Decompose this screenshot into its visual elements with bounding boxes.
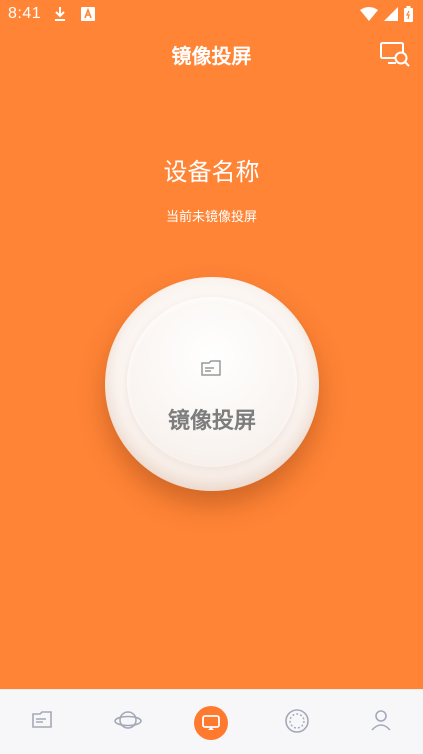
status-right-icons [360, 6, 413, 27]
nav-item-explore[interactable] [254, 690, 338, 754]
font-a-icon [81, 7, 95, 26]
cast-icon [202, 715, 220, 730]
dashed-circle-icon [285, 709, 309, 733]
nav-item-files[interactable] [0, 690, 84, 754]
wifi-icon [360, 7, 378, 26]
status-bar: 8:41 [0, 0, 423, 28]
planet-icon [114, 711, 142, 729]
nav-item-discover[interactable] [84, 690, 168, 754]
document-icon [200, 357, 222, 379]
user-icon [371, 710, 391, 731]
mirror-button-inner [127, 297, 297, 467]
cast-search-button[interactable] [379, 40, 411, 70]
signal-icon [384, 7, 398, 26]
document-icon [32, 711, 52, 728]
battery-icon [404, 6, 413, 27]
mirror-button-label: 镜像投屏 [167, 409, 256, 434]
status-left-icons [53, 6, 95, 27]
nav-item-profile[interactable] [339, 690, 423, 754]
cast-status-text: 当前未镜像投屏 [165, 210, 257, 225]
mirror-cast-button[interactable]: 镜像投屏 [105, 277, 319, 491]
status-time: 8:41 [8, 5, 42, 22]
nav-item-cast[interactable] [194, 706, 228, 740]
cast-search-icon [379, 42, 411, 74]
download-icon [53, 6, 67, 27]
bottom-nav [0, 689, 423, 754]
page-title: 镜像投屏 [171, 44, 252, 68]
device-name: 设备名称 [163, 158, 260, 186]
